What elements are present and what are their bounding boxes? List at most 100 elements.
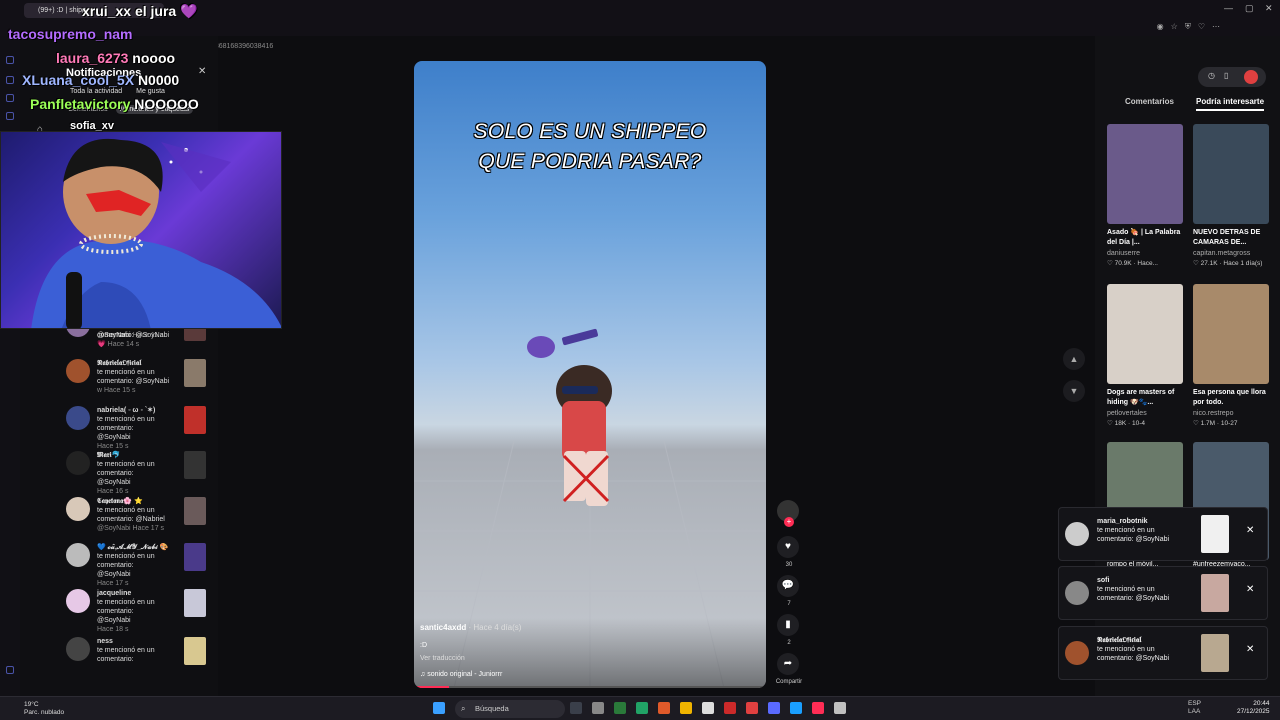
close-icon[interactable]: ✕ (1246, 644, 1254, 655)
video-player[interactable]: SOLO ES UN SHIPPEO QUE PODRIA PASAR? san… (414, 61, 766, 688)
bookmark-icon[interactable]: ▮ (777, 614, 799, 636)
webcam-overlay (0, 131, 282, 329)
folder-icon[interactable] (680, 702, 692, 714)
sidebar-icon-3[interactable] (6, 94, 14, 102)
clock-icon[interactable]: ◷ (1208, 71, 1215, 80)
like-count: 30 (785, 562, 793, 568)
mention-toast[interactable]: 𝕹𝖆𝖇𝖗𝖎𝖊𝖑𝖆𝕺𝖋𝖎𝖈𝖎𝖆𝖑 te mencionó en un comentar… (1058, 626, 1268, 680)
shield-icon[interactable]: ⛨ (1185, 22, 1191, 32)
card-thumbnail[interactable] (1107, 284, 1183, 384)
recommended-card[interactable]: NUEVO DETRAS DE CAMARAS DE... capitan.met… (1193, 124, 1269, 267)
progress-bar[interactable] (414, 686, 766, 688)
video-author[interactable]: santic4axdd · Hace 4 día(s) (420, 623, 521, 632)
notification-thumbnail[interactable] (184, 359, 206, 387)
xbox-icon[interactable] (614, 702, 626, 714)
address-bar[interactable]: www.tiktok.com/@santic4axdd/video/758686… (0, 20, 1280, 50)
opera-icon[interactable] (746, 702, 758, 714)
avatar[interactable] (66, 589, 90, 613)
close-window-icon[interactable]: ✕ (1265, 3, 1273, 14)
recommended-card[interactable]: Asado 🍖 | La Palabra del Día |... daniuse… (1107, 124, 1183, 267)
translate-link[interactable]: Ver traducción (420, 655, 465, 662)
capcut-icon[interactable] (702, 702, 714, 714)
avatar[interactable] (66, 543, 90, 567)
close-icon[interactable]: ✕ (1246, 584, 1254, 595)
next-video-button[interactable]: ▼ (1063, 380, 1085, 402)
notification-thumbnail[interactable] (184, 451, 206, 479)
steam-icon[interactable] (790, 702, 802, 714)
avatar[interactable] (66, 637, 90, 661)
avatar[interactable] (1065, 522, 1089, 546)
notification-line: comentario: @Nabriel (97, 516, 165, 523)
notification-thumbnail[interactable] (184, 637, 206, 665)
menu-icon[interactable]: ⋯ (1212, 22, 1220, 32)
tab-recommended[interactable]: Podría interesarte (1196, 97, 1265, 111)
notification-thumbnail[interactable] (184, 543, 206, 571)
card-thumbnail[interactable] (1107, 124, 1183, 224)
comment-icon[interactable]: 💬 (777, 575, 799, 597)
card-thumbnail[interactable] (1193, 284, 1269, 384)
system-clock[interactable]: 20:44 27/12/2025 (1237, 700, 1270, 716)
share-icon[interactable]: ➦ (777, 653, 799, 675)
sidebar-icon-1[interactable] (6, 56, 14, 64)
notification-line: comentario: @SoyNabi (97, 378, 170, 385)
avatar[interactable] (1065, 641, 1089, 665)
brave-icon[interactable] (658, 702, 670, 714)
sound-link[interactable]: ♫ sonido original - Juniorrr (420, 671, 502, 678)
card-title: Asado 🍖 | La Palabra del Día |... (1107, 229, 1181, 246)
maximize-icon[interactable]: ▢ (1245, 3, 1254, 14)
like-icon[interactable]: ♥ (777, 536, 799, 558)
toast-thumbnail[interactable] (1201, 634, 1229, 672)
mention-toast[interactable]: sofi te mencionó en un comentario: @SoyNab… (1058, 566, 1268, 620)
notification-thumbnail[interactable] (184, 589, 206, 617)
phone-icon[interactable]: ▯ (1224, 71, 1228, 80)
chat-message: xrui_xx el jura 💜 (82, 3, 198, 20)
tab-likes[interactable]: Me gusta (136, 88, 165, 95)
file-explorer-icon[interactable] (570, 702, 582, 714)
tab-comments[interactable]: Comentarios (1125, 97, 1174, 106)
weather-desc: Parc. nublado (24, 709, 65, 716)
language-indicator[interactable]: ESP LAA (1188, 700, 1201, 716)
tab-all-activity[interactable]: Toda la actividad (70, 88, 122, 95)
mention-toast[interactable]: maria_robotnik te mencionó en un comentari… (1058, 507, 1268, 561)
previous-video-button[interactable]: ▲ (1063, 348, 1085, 370)
taskbar-search[interactable]: ⌕ Búsqueda (455, 700, 565, 718)
sidebar-icon-2[interactable] (6, 76, 14, 84)
heart-icon[interactable]: ♡ (1198, 22, 1205, 32)
recommended-card[interactable]: Dogs are masters of hiding 🐶🐾... petlover… (1107, 284, 1183, 427)
close-icon[interactable]: ✕ (198, 66, 206, 77)
chrome-icon[interactable] (834, 702, 846, 714)
card-thumbnail[interactable] (1193, 124, 1269, 224)
card-title: NUEVO DETRAS DE CAMARAS DE... (1193, 229, 1261, 246)
discord-icon[interactable] (768, 702, 780, 714)
avatar[interactable] (1065, 581, 1089, 605)
notification-thumbnail[interactable] (184, 406, 206, 434)
toast-thumbnail[interactable] (1201, 515, 1229, 553)
weather-widget[interactable]: 19°C Parc. nublado (10, 701, 64, 717)
recommended-card[interactable]: Esa persona que llora por todo. nico.rest… (1193, 284, 1269, 427)
profile-avatar[interactable] (1244, 70, 1258, 84)
chat-user: xrui_xx (82, 3, 132, 19)
sidebar-icon-4[interactable] (6, 112, 14, 120)
start-icon[interactable] (433, 702, 445, 714)
toast-line: comentario: @SoyNabi (1097, 655, 1170, 662)
notification-time: @SoyNabi Hace 17 s (97, 525, 165, 532)
toast-thumbnail[interactable] (1201, 574, 1229, 612)
star-icon[interactable]: ☆ (1171, 22, 1178, 32)
avatar[interactable] (66, 406, 90, 430)
author-name[interactable]: santic4axdd (420, 623, 466, 632)
sidebar-icon-6[interactable] (6, 666, 14, 674)
close-icon[interactable]: ✕ (1246, 525, 1254, 536)
excel-icon[interactable] (636, 702, 648, 714)
avatar[interactable] (66, 359, 90, 383)
tiktok-icon[interactable] (812, 702, 824, 714)
desktop-icon[interactable] (592, 702, 604, 714)
chat-message: laura_6273 noooo (56, 50, 175, 66)
avatar[interactable] (66, 451, 90, 475)
avatar[interactable] (66, 497, 90, 521)
extension-icon[interactable]: ◉ (1157, 22, 1164, 32)
follow-icon[interactable]: + (784, 517, 794, 527)
minimize-icon[interactable]: — (1224, 3, 1233, 13)
notification-thumbnail[interactable] (184, 497, 206, 525)
chat-text: N0000 (137, 72, 180, 88)
youtube-icon[interactable] (724, 702, 736, 714)
